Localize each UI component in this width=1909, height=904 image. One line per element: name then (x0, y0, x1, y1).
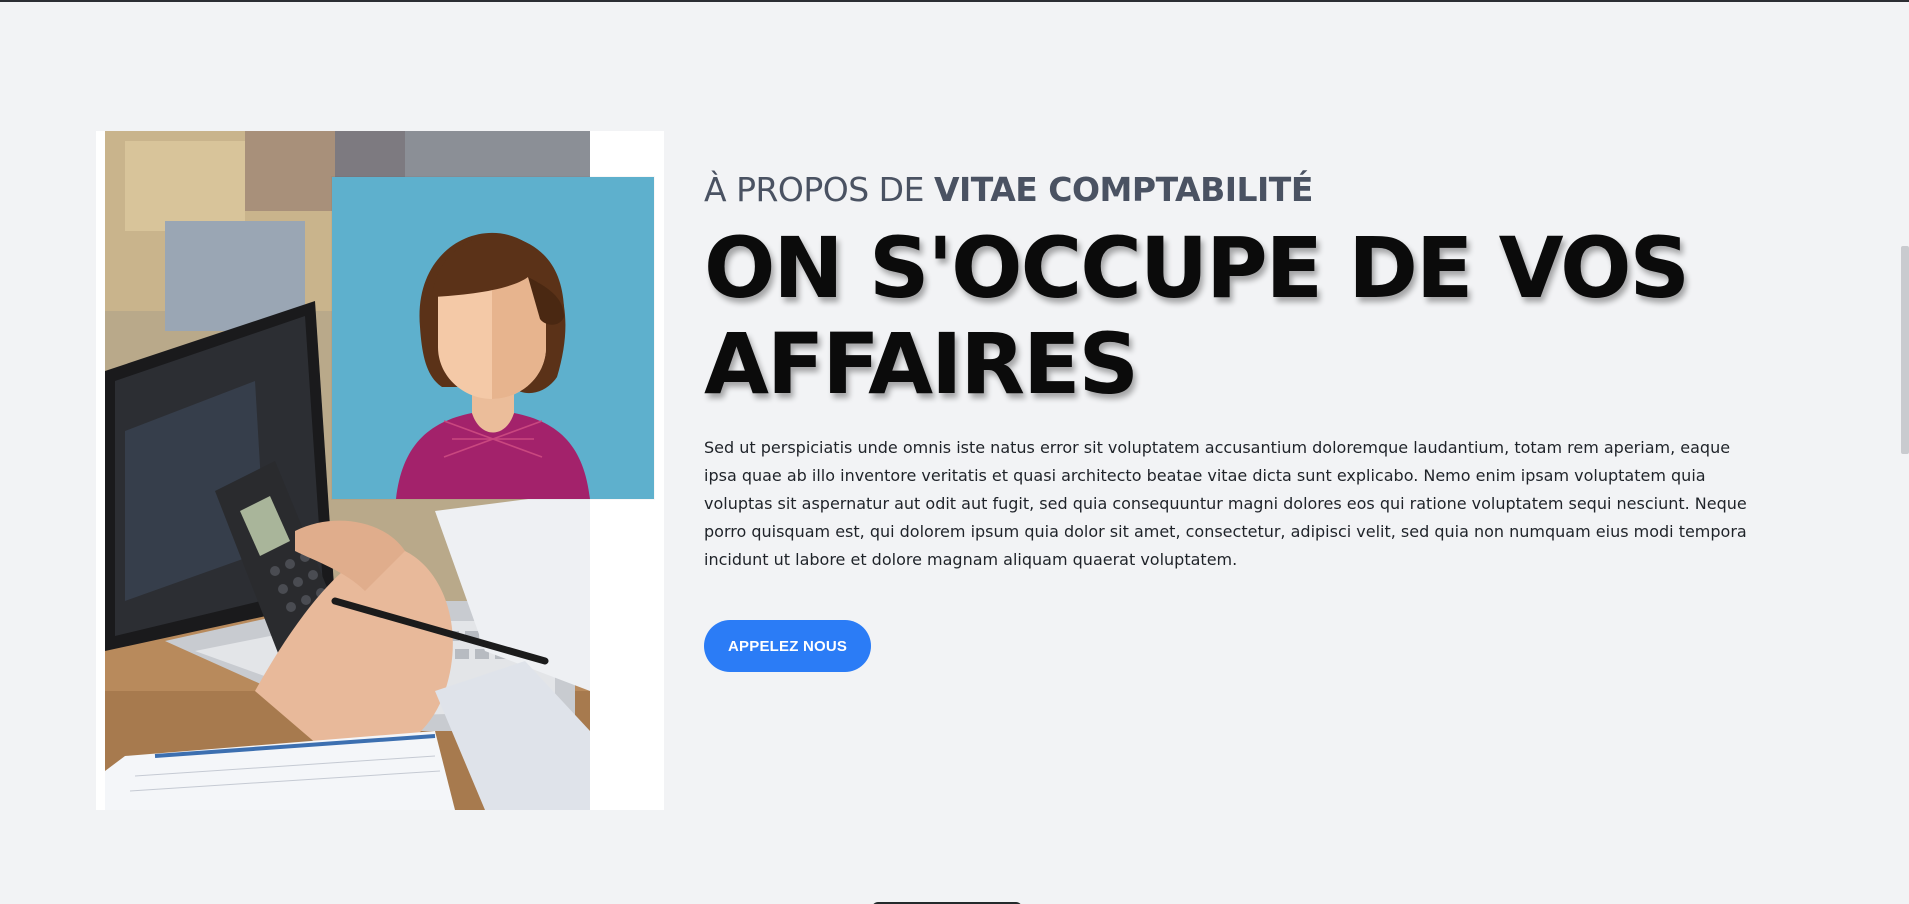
top-divider (0, 0, 1909, 2)
kicker-prefix: À PROPOS DE (704, 170, 924, 209)
about-content: À PROPOS DE VITAE COMPTABILITÉ ON S'OCCU… (704, 164, 1764, 672)
call-us-button[interactable]: APPELEZ NOUS (704, 620, 872, 672)
kicker-brand: VITAE COMPTABILITÉ (933, 170, 1313, 209)
about-image-collage (96, 131, 664, 810)
page: À PROPOS DE VITAE COMPTABILITÉ ON S'OCCU… (0, 0, 1909, 904)
about-paragraph: Sed ut perspiciatis unde omnis iste natu… (704, 438, 1747, 569)
section-kicker: À PROPOS DE VITAE COMPTABILITÉ (704, 164, 1764, 216)
section-headline: ON S'OCCUPE DE VOS AFFAIRES (704, 219, 1690, 413)
woman-avatar-icon (332, 177, 654, 499)
page-scrollbar-thumb[interactable] (1901, 246, 1909, 454)
